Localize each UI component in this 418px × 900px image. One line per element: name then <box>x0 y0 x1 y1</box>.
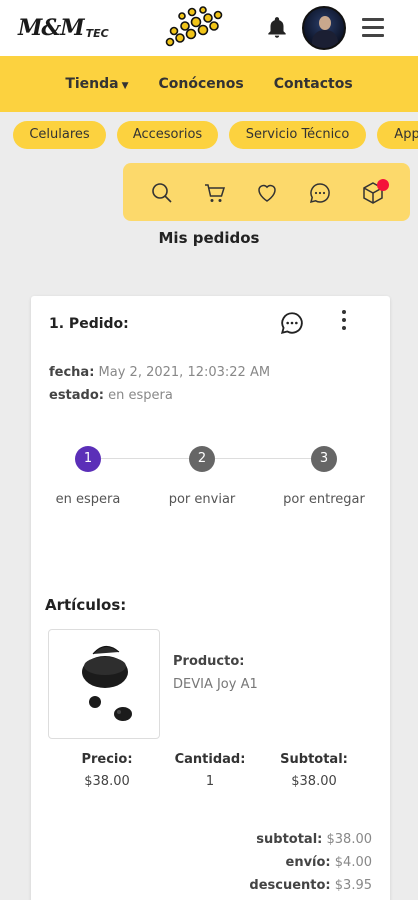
total-discount: descuento: $3.95 <box>249 878 372 893</box>
step-connector <box>101 458 189 459</box>
avatar-body <box>312 30 338 48</box>
category-app[interactable]: App <box>377 121 418 149</box>
main-nav: Tienda ▼ Conócenos Contactos <box>0 56 418 112</box>
nav-item-tienda[interactable]: Tienda ▼ <box>65 76 128 92</box>
nav-item-label: Tienda <box>65 76 119 92</box>
notification-badge <box>377 179 389 191</box>
heart-icon[interactable] <box>255 181 279 205</box>
fecha-value: May 2, 2021, 12:03:22 AM <box>98 365 271 380</box>
order-title: 1. Pedido: <box>49 316 129 332</box>
estado-value: en espera <box>108 388 173 403</box>
step-1: 1 <box>75 446 101 472</box>
total-shipping-value: $4.00 <box>334 855 372 870</box>
step-3: 3 <box>311 446 337 472</box>
step-2: 2 <box>189 446 215 472</box>
total-subtotal-label: subtotal: <box>256 832 323 847</box>
subtotal-label: Subtotal: <box>280 752 348 767</box>
avatar[interactable] <box>302 6 346 50</box>
category-strip: Celulares Accesorios Servicio Técnico Ap… <box>0 121 418 149</box>
articles-title: Artículos: <box>45 596 127 614</box>
page-title: Mis pedidos <box>158 229 260 247</box>
brand-logo[interactable]: M&M TEC <box>18 12 109 44</box>
category-accesorios[interactable]: Accesorios <box>117 121 218 149</box>
price-value: $38.00 <box>84 774 130 789</box>
total-subtotal-value: $38.00 <box>326 832 373 847</box>
chat-icon[interactable] <box>308 181 332 205</box>
total-subtotal: subtotal: $38.00 <box>256 832 372 847</box>
earbuds-image <box>82 646 132 721</box>
subtotal-value: $38.00 <box>291 774 337 789</box>
more-options-icon[interactable] <box>339 310 349 336</box>
order-date: fecha: May 2, 2021, 12:03:22 AM <box>49 365 270 380</box>
hamburger-icon[interactable] <box>362 18 384 38</box>
price-label: Precio: <box>81 752 133 767</box>
category-celulares[interactable]: Celulares <box>13 121 106 149</box>
total-discount-value: $3.95 <box>334 878 372 893</box>
order-status: estado: en espera <box>49 388 173 403</box>
product-label: Producto: <box>173 654 245 669</box>
total-shipping: envío: $4.00 <box>286 855 373 870</box>
logo-sub: TEC <box>85 26 109 40</box>
chat-icon[interactable] <box>279 310 305 336</box>
product-image[interactable] <box>48 629 160 739</box>
category-servicio-tecnico[interactable]: Servicio Técnico <box>229 121 366 149</box>
total-discount-label: descuento: <box>249 878 331 893</box>
cart-icon[interactable] <box>203 181 227 205</box>
product-name: DEVIA Joy A1 <box>173 677 258 692</box>
step-1-label: en espera <box>55 492 121 507</box>
top-header: M&M TEC <box>0 0 418 56</box>
step-3-label: por entregar <box>283 492 365 507</box>
quantity-label: Cantidad: <box>174 752 246 767</box>
avatar-head <box>319 16 331 30</box>
quick-icon-bar <box>123 163 410 221</box>
quantity-value: 1 <box>205 774 215 789</box>
search-icon[interactable] <box>150 181 174 205</box>
step-connector <box>215 458 311 459</box>
order-card: 1. Pedido: fecha: May 2, 2021, 12:03:22 … <box>31 296 390 900</box>
nav-item-conocenos[interactable]: Conócenos <box>159 76 244 92</box>
logo-text: M&M <box>18 15 85 41</box>
estado-label: estado: <box>49 388 104 403</box>
logo-dots-icon <box>165 6 223 47</box>
caret-down-icon: ▼ <box>121 81 129 91</box>
total-shipping-label: envío: <box>285 855 331 870</box>
nav-item-contactos[interactable]: Contactos <box>274 76 353 92</box>
step-2-label: por enviar <box>168 492 236 507</box>
bell-icon[interactable] <box>264 15 290 41</box>
fecha-label: fecha: <box>49 365 95 380</box>
